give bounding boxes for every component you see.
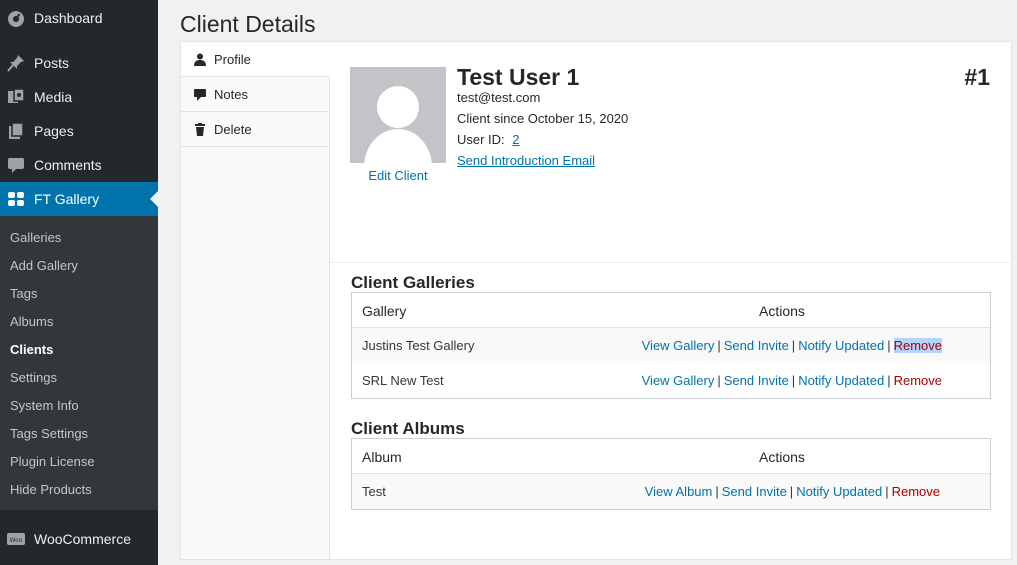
- section-divider: [330, 262, 1011, 263]
- submenu-tags[interactable]: Tags: [10, 286, 37, 301]
- menu-comments[interactable]: Comments: [0, 148, 158, 182]
- separator: |: [715, 484, 719, 499]
- submenu-galleries[interactable]: Galleries: [10, 230, 61, 245]
- submenu-settings[interactable]: Settings: [10, 370, 57, 385]
- galleries-table: Gallery Actions Justins Test Gallery Vie…: [351, 292, 991, 399]
- album-name: Test: [362, 484, 386, 499]
- svg-text:Woo: Woo: [10, 537, 23, 544]
- submenu-add-gallery[interactable]: Add Gallery: [10, 258, 78, 273]
- ft-gallery-submenu: Galleries Add Gallery Tags Albums Client…: [0, 216, 158, 510]
- menu-dashboard[interactable]: Dashboard: [0, 1, 158, 35]
- woo-icon: Woo: [7, 533, 25, 545]
- column-header-actions: Actions: [759, 303, 805, 319]
- media-icon: [8, 88, 25, 103]
- submenu-clients[interactable]: Clients: [10, 342, 53, 357]
- trash-icon: [195, 123, 205, 136]
- tab-label: Notes: [214, 87, 248, 102]
- table-row: SRL New Test View Gallery | Send Invite | No…: [352, 363, 990, 398]
- table-header: Album Actions: [352, 439, 990, 474]
- pages-icon: [9, 122, 24, 139]
- row-actions: View Gallery | Send Invite | Notify Updated |…: [642, 373, 942, 388]
- tab-label: Delete: [214, 122, 252, 137]
- send-invite-link[interactable]: Send Invite: [724, 373, 789, 388]
- menu-label: WooCommerce: [34, 531, 131, 547]
- separator: |: [717, 338, 721, 353]
- column-header-album: Album: [362, 449, 402, 465]
- user-id-label: User ID:: [457, 132, 505, 147]
- notify-updated-link[interactable]: Notify Updated: [798, 373, 884, 388]
- separator: |: [791, 373, 796, 388]
- client-email: test@test.com: [457, 90, 541, 105]
- column-header-gallery: Gallery: [362, 303, 407, 319]
- avatar: [350, 67, 446, 163]
- admin-sidebar: Dashboard Posts Media Pages Comments FT …: [0, 0, 158, 565]
- user-id-link[interactable]: 2: [512, 132, 519, 147]
- tab-profile[interactable]: Profile: [181, 42, 330, 77]
- remove-link[interactable]: Remove: [892, 484, 940, 499]
- row-actions: View Gallery | Send Invite | Notify Updated |…: [642, 338, 942, 353]
- client-details-panel: Profile Notes Delete Edit Client Test Us…: [180, 41, 1012, 560]
- tab-notes[interactable]: Notes: [181, 77, 329, 112]
- submenu-albums[interactable]: Albums: [10, 314, 53, 329]
- albums-table: Album Actions Test View Album | Send Invit…: [351, 438, 991, 510]
- menu-pages[interactable]: Pages: [0, 114, 158, 148]
- send-invite-link[interactable]: Send Invite: [722, 484, 787, 499]
- view-gallery-link[interactable]: View Gallery: [642, 338, 715, 353]
- tab-label: Profile: [214, 52, 251, 67]
- separator: |: [887, 338, 891, 353]
- separator: |: [717, 373, 721, 388]
- separator: |: [887, 373, 891, 388]
- table-header: Gallery Actions: [352, 293, 990, 328]
- client-user-id: User ID: 2: [457, 132, 520, 147]
- speech-bubble-icon: [194, 89, 206, 101]
- client-galleries-title: Client Galleries: [351, 273, 475, 292]
- separator: |: [791, 338, 796, 353]
- menu-label: Dashboard: [34, 10, 103, 26]
- send-intro-email-row: Send Introduction Email: [457, 153, 595, 168]
- menu-label: Posts: [34, 55, 70, 71]
- column-header-actions: Actions: [759, 449, 805, 465]
- menu-ft-gallery[interactable]: FT Gallery: [0, 182, 158, 216]
- gallery-logo-icon: [8, 192, 24, 206]
- table-row: Justins Test Gallery View Gallery | Send I…: [352, 328, 990, 363]
- remove-link[interactable]: Remove: [893, 338, 942, 353]
- tab-delete[interactable]: Delete: [181, 112, 329, 147]
- menu-woocommerce[interactable]: Woo WooCommerce: [0, 522, 158, 556]
- client-name: Test User 1: [457, 64, 580, 90]
- menu-label: Media: [34, 89, 73, 105]
- tab-list: Profile Notes Delete: [181, 42, 330, 559]
- send-invite-link[interactable]: Send Invite: [724, 338, 789, 353]
- menu-label: Comments: [34, 157, 102, 173]
- client-since: Client since October 15, 2020: [457, 111, 629, 126]
- view-album-link[interactable]: View Album: [645, 484, 713, 499]
- comment-icon: [8, 158, 24, 173]
- menu-label: Pages: [34, 123, 74, 139]
- submenu-plugin-license[interactable]: Plugin License: [10, 454, 95, 469]
- page-title: Client Details: [180, 11, 316, 37]
- pin-icon: [7, 55, 24, 72]
- remove-link[interactable]: Remove: [894, 373, 942, 388]
- menu-media[interactable]: Media: [0, 80, 158, 114]
- separator: |: [789, 484, 794, 499]
- send-intro-email-link[interactable]: Send Introduction Email: [457, 153, 595, 168]
- client-albums-title: Client Albums: [351, 419, 465, 438]
- submenu-tags-settings[interactable]: Tags Settings: [10, 426, 88, 441]
- edit-client-link[interactable]: Edit Client: [350, 168, 446, 183]
- table-row: Test View Album | Send Invite | Notify Updat…: [352, 474, 990, 509]
- notify-updated-link[interactable]: Notify Updated: [798, 338, 884, 353]
- client-number: #1: [964, 64, 990, 90]
- menu-posts[interactable]: Posts: [0, 46, 158, 80]
- menu-label: FT Gallery: [34, 191, 100, 207]
- submenu-hide-products[interactable]: Hide Products: [10, 482, 92, 497]
- gallery-name: Justins Test Gallery: [362, 338, 475, 353]
- view-gallery-link[interactable]: View Gallery: [642, 373, 715, 388]
- person-icon: [194, 53, 206, 66]
- avatar-silhouette-icon: [364, 86, 432, 163]
- notify-updated-link[interactable]: Notify Updated: [796, 484, 882, 499]
- gallery-name: SRL New Test: [362, 373, 444, 388]
- row-actions: View Album | Send Invite | Notify Updated | Re…: [645, 484, 940, 499]
- submenu-system-info[interactable]: System Info: [10, 398, 79, 413]
- separator: |: [885, 484, 889, 499]
- dashboard-icon: [8, 11, 24, 27]
